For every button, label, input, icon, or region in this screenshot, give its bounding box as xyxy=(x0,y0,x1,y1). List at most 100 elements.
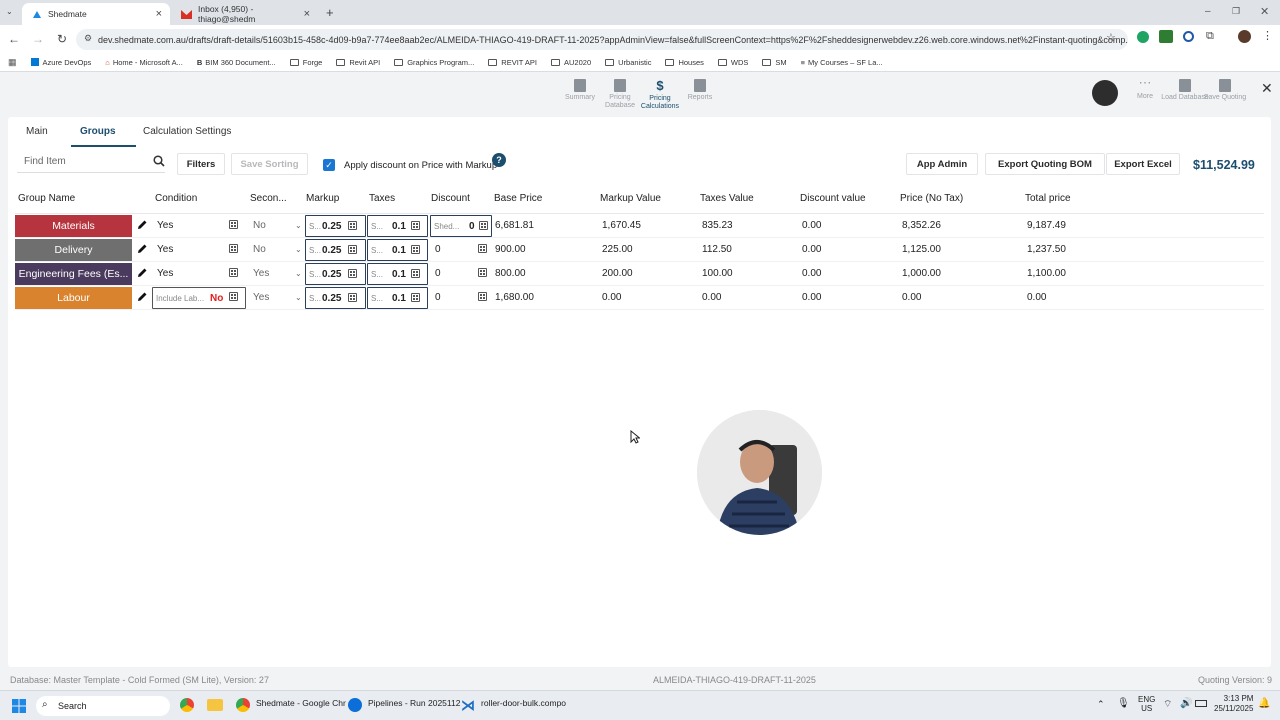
browser-tab-gmail[interactable]: Inbox (4,950) - thiago@shedm × xyxy=(172,3,318,25)
close-window-icon[interactable]: ✕ xyxy=(1260,5,1269,18)
forward-icon[interactable]: → xyxy=(26,32,50,46)
microphone-icon[interactable]: 🎙 xyxy=(1117,698,1130,709)
bookmark-home-microsoft[interactable]: ⌂ Home - Microsoft A... xyxy=(105,58,183,67)
volume-icon[interactable]: 🔊 xyxy=(1180,698,1192,709)
calculator-icon[interactable] xyxy=(479,221,488,230)
calculator-icon[interactable] xyxy=(348,245,357,254)
language-indicator[interactable]: ENG US xyxy=(1138,695,1155,713)
discount-value[interactable]: 0 xyxy=(435,268,441,279)
taskbar-app-chrome[interactable]: Shedmate - Google Chr xyxy=(256,698,346,708)
bookmark-bim360[interactable]: B BIM 360 Document... xyxy=(197,58,276,67)
filters-button[interactable]: Filters xyxy=(177,153,225,175)
bookmark-urbanistic[interactable]: Urbanistic xyxy=(605,58,651,67)
edit-pencil-icon[interactable] xyxy=(137,219,149,231)
col-discount[interactable]: Discount xyxy=(431,193,470,204)
taxes-field[interactable]: S... 0.1 xyxy=(367,215,428,237)
site-info-icon[interactable]: ⚙ xyxy=(84,33,92,44)
calculator-icon[interactable] xyxy=(478,292,487,301)
minimize-icon[interactable]: – xyxy=(1205,6,1211,17)
bookmark-azure-devops[interactable]: Azure DevOps xyxy=(30,58,91,67)
bookmark-my-courses[interactable]: ≡ My Courses – SF La... xyxy=(801,58,883,67)
wifi-icon[interactable]: ⌔ xyxy=(1163,698,1172,711)
col-base-price[interactable]: Base Price xyxy=(494,193,542,204)
secondary-select[interactable]: Yes xyxy=(253,292,269,303)
taxes-field[interactable]: S... 0.1 xyxy=(367,239,428,261)
webcam-overlay[interactable] xyxy=(697,410,822,535)
edit-pencil-icon[interactable] xyxy=(137,243,149,255)
calculator-icon[interactable] xyxy=(229,220,238,229)
calculator-icon[interactable] xyxy=(411,221,420,230)
condition-value[interactable]: Yes xyxy=(157,268,173,279)
file-explorer-icon[interactable] xyxy=(207,699,223,711)
discount-value[interactable]: 0 xyxy=(435,244,441,255)
table-row[interactable]: Engineering Fees (Es... Yes Yes ⌄ S... 0.25 S.… xyxy=(15,262,1264,286)
tab-main[interactable]: Main xyxy=(26,126,48,137)
user-avatar[interactable] xyxy=(1092,80,1118,106)
table-row[interactable]: Labour Include Lab... No Yes ⌄ S... 0.25 S... 0.… xyxy=(15,286,1264,310)
secondary-select[interactable]: No xyxy=(253,244,266,255)
windows-start-icon[interactable] xyxy=(12,699,26,716)
calculator-icon[interactable] xyxy=(348,293,357,302)
save-sorting-button[interactable]: Save Sorting xyxy=(231,153,308,175)
col-discount-value[interactable]: Discount value xyxy=(800,193,866,204)
clock[interactable]: 3:13 PM 25/11/2025 xyxy=(1214,694,1253,714)
bookmark-revit-api-2[interactable]: REVIT API xyxy=(488,58,537,67)
extension-icon[interactable] xyxy=(1183,31,1194,42)
bookmark-wds[interactable]: WDS xyxy=(717,58,748,67)
reload-icon[interactable]: ↻ xyxy=(50,32,74,46)
calculator-icon[interactable] xyxy=(348,221,357,230)
col-total-price[interactable]: Total price xyxy=(1025,193,1071,204)
col-price-no-tax[interactable]: Price (No Tax) xyxy=(900,193,963,204)
condition-value[interactable]: Yes xyxy=(157,244,173,255)
discount-value[interactable]: 0 xyxy=(435,292,441,303)
col-group-name[interactable]: Group Name xyxy=(18,193,75,204)
export-quoting-bom-button[interactable]: Export Quoting BOM xyxy=(985,153,1105,175)
back-icon[interactable]: ← xyxy=(2,32,26,46)
edit-pencil-icon[interactable] xyxy=(137,291,149,303)
tab-calculation-settings[interactable]: Calculation Settings xyxy=(143,126,231,137)
condition-value[interactable]: Yes xyxy=(157,220,173,231)
extensions-puzzle-icon[interactable]: ⧉ xyxy=(1206,30,1214,43)
col-condition[interactable]: Condition xyxy=(155,193,197,204)
group-name-badge[interactable]: Delivery xyxy=(15,239,132,261)
help-icon[interactable]: ? xyxy=(492,153,506,167)
calculator-icon[interactable] xyxy=(411,293,420,302)
chrome-menu-icon[interactable]: ⋮ xyxy=(1262,29,1273,42)
chevron-up-icon[interactable]: ⌃ xyxy=(1097,699,1105,710)
table-row[interactable]: Materials Yes No ⌄ S... 0.25 S... 0.1 Shed... 0 6,… xyxy=(15,214,1264,238)
markup-field[interactable]: S... 0.25 xyxy=(305,215,366,237)
taskbar-app-vscode[interactable]: roller-door-bulk.compo xyxy=(481,698,566,708)
calculator-icon[interactable] xyxy=(229,244,238,253)
extension-new-icon[interactable] xyxy=(1159,30,1173,43)
search-input[interactable]: Find Item xyxy=(17,153,165,173)
calculator-icon[interactable] xyxy=(348,269,357,278)
col-secondary[interactable]: Secon... xyxy=(250,193,287,204)
extension-icon[interactable] xyxy=(1137,31,1149,43)
calculator-icon[interactable] xyxy=(411,269,420,278)
calculator-icon[interactable] xyxy=(229,268,238,277)
table-row[interactable]: Delivery Yes No ⌄ S... 0.25 S... 0.1 0 900.00 225.… xyxy=(15,238,1264,262)
group-name-badge[interactable]: Materials xyxy=(15,215,132,237)
calculator-icon[interactable] xyxy=(478,268,487,277)
search-icon[interactable] xyxy=(153,155,165,170)
bookmark-forge[interactable]: Forge xyxy=(289,58,322,67)
chevron-down-icon[interactable]: ⌄ xyxy=(295,269,302,278)
bookmark-sm[interactable]: SM xyxy=(762,58,787,67)
markup-field[interactable]: S... 0.25 xyxy=(305,287,366,309)
discount-field[interactable]: Shed... 0 xyxy=(430,215,492,237)
close-tab-icon[interactable]: × xyxy=(156,8,162,20)
calculator-icon[interactable] xyxy=(478,244,487,253)
chevron-down-icon[interactable]: ⌄ xyxy=(295,245,302,254)
chevron-down-icon[interactable]: ⌄ xyxy=(295,221,302,230)
markup-field[interactable]: S... 0.25 xyxy=(305,239,366,261)
taxes-field[interactable]: S... 0.1 xyxy=(367,263,428,285)
battery-icon[interactable] xyxy=(1195,700,1207,707)
app-admin-button[interactable]: App Admin xyxy=(906,153,978,175)
close-tab-icon[interactable]: × xyxy=(304,8,310,20)
bookmark-houses[interactable]: Houses xyxy=(665,58,704,67)
tab-list-icon[interactable]: ⌄ xyxy=(6,7,13,16)
group-name-badge[interactable]: Engineering Fees (Es... xyxy=(15,263,132,285)
new-tab-icon[interactable]: + xyxy=(326,5,334,20)
chrome-icon[interactable] xyxy=(180,698,194,712)
tab-groups[interactable]: Groups xyxy=(80,126,116,137)
